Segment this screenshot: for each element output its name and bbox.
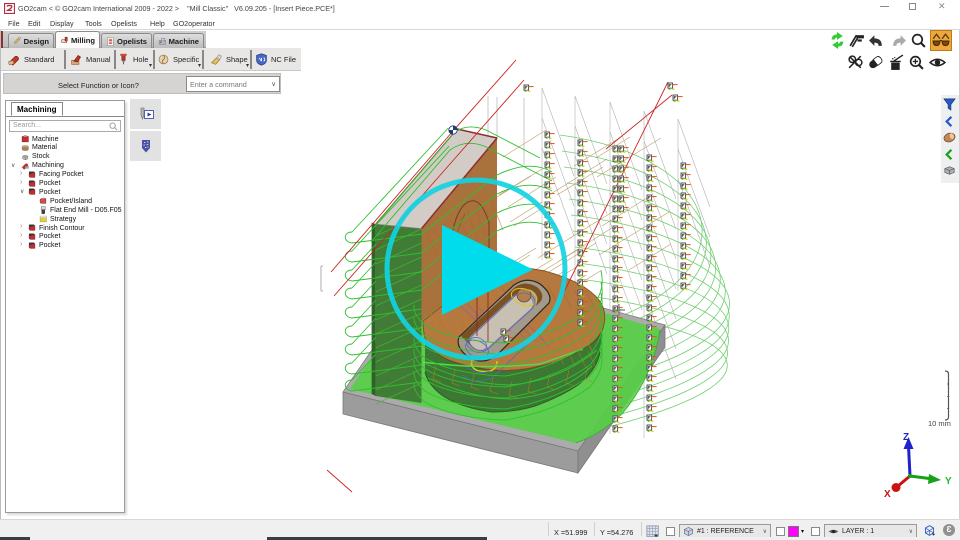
svg-text:Z: Z	[903, 432, 909, 443]
svg-text:10 mm: 10 mm	[928, 419, 951, 428]
svg-text:X: X	[884, 489, 891, 500]
svg-text:Y: Y	[945, 476, 952, 487]
